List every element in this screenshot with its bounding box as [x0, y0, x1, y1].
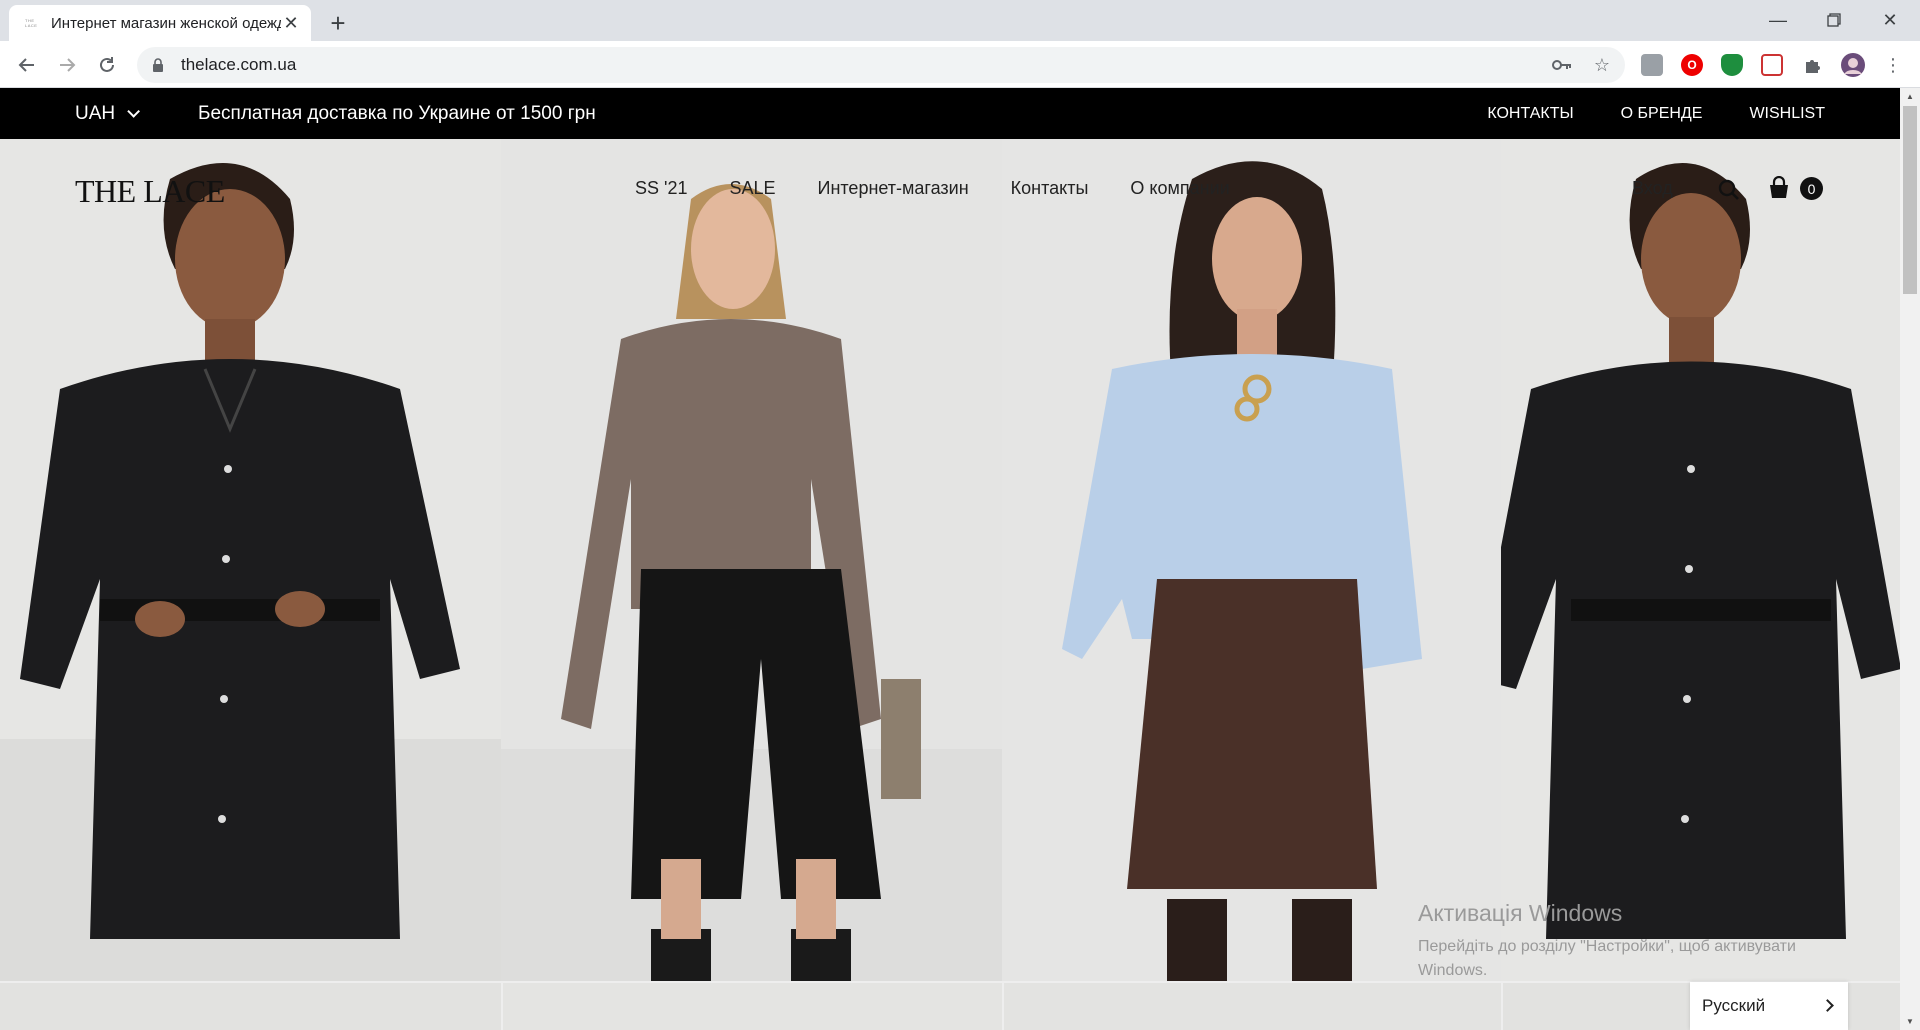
forward-icon[interactable]: [51, 49, 83, 81]
extensions-puzzle-icon[interactable]: [1797, 49, 1829, 81]
search-icon[interactable]: [1718, 179, 1740, 201]
browser-toolbar: thelace.com.ua ☆ O ⋮: [0, 41, 1920, 88]
product-card-preview[interactable]: [1004, 983, 1501, 1030]
restore-icon: [1827, 13, 1841, 27]
lookbook-photo-black-shirt-dress-2[interactable]: [1501, 139, 1900, 981]
chevron-right-icon: [1821, 999, 1834, 1012]
reload-icon[interactable]: [91, 49, 123, 81]
minimize-window-button[interactable]: —: [1750, 0, 1806, 40]
scroll-down-arrow-icon[interactable]: ▼: [1900, 1013, 1920, 1030]
nav-item-about[interactable]: О компании: [1130, 178, 1229, 199]
top-links: КОНТАКТЫ О БРЕНДЕ WISHLIST: [1487, 88, 1825, 139]
hero-gallery: [0, 139, 1900, 1030]
extension-icon[interactable]: [1641, 54, 1663, 76]
profile-avatar[interactable]: [1837, 49, 1869, 81]
bookmark-star-icon[interactable]: ☆: [1586, 49, 1618, 81]
site-logo[interactable]: THE LACE: [75, 173, 225, 210]
wishlist-link[interactable]: WISHLIST: [1749, 105, 1825, 123]
page-scrollbar[interactable]: ▲ ▼: [1900, 88, 1920, 1030]
cart-count-badge: 0: [1800, 177, 1823, 200]
browser-tab[interactable]: THE LACE Интернет магазин женской одежды…: [9, 5, 311, 41]
currency-value: UAH: [75, 102, 116, 124]
nav-item-contacts[interactable]: Контакты: [1011, 178, 1089, 199]
key-icon[interactable]: [1546, 49, 1578, 81]
nav-item-sale[interactable]: SALE: [729, 178, 775, 199]
about-brand-link[interactable]: О БРЕНДЕ: [1621, 105, 1703, 123]
language-value: Русский: [1702, 996, 1766, 1015]
calendar-extension-icon[interactable]: [1761, 54, 1783, 76]
shopping-bag-icon[interactable]: [1768, 176, 1790, 200]
url-text: thelace.com.ua: [181, 55, 297, 74]
contacts-link[interactable]: КОНТАКТЫ: [1487, 105, 1573, 123]
new-tab-button[interactable]: +: [324, 8, 352, 38]
chevron-down-icon: [127, 105, 141, 118]
site-header: THE LACE SS '21 SALE Интернет-магазин Ко…: [0, 139, 1900, 239]
product-card-preview[interactable]: [0, 983, 501, 1030]
lookbook-photo-turtleneck-shorts[interactable]: [501, 139, 1002, 981]
browser-tabstrip: THE LACE Интернет магазин женской одежды…: [0, 0, 1920, 41]
currency-selector[interactable]: UAH: [75, 88, 141, 139]
site-favicon-icon: THE LACE: [25, 18, 38, 28]
scroll-thumb[interactable]: [1903, 106, 1917, 294]
shield-extension-icon[interactable]: [1721, 54, 1743, 76]
scroll-up-arrow-icon[interactable]: ▲: [1900, 88, 1920, 105]
lock-icon[interactable]: [151, 57, 165, 73]
main-nav: SS '21 SALE Интернет-магазин Контакты О …: [635, 178, 1230, 199]
language-selector[interactable]: Русский: [1690, 982, 1848, 1030]
address-bar[interactable]: thelace.com.ua: [137, 47, 1625, 83]
product-card-preview[interactable]: [503, 983, 1002, 1030]
browser-menu-icon[interactable]: ⋮: [1877, 49, 1909, 81]
watermark-subtitle: Перейдіть до розділу "Настройки", щоб ак…: [1418, 938, 1796, 979]
adblock-extension-icon[interactable]: O: [1681, 54, 1703, 76]
windows-activation-watermark: Активація Windows Перейдіть до розділу "…: [1418, 900, 1858, 983]
close-tab-icon[interactable]: ✕: [281, 13, 301, 33]
login-link[interactable]: Вход: [1632, 178, 1673, 199]
close-window-button[interactable]: ✕: [1862, 0, 1918, 40]
nav-item-ss21[interactable]: SS '21: [635, 178, 687, 199]
lookbook-photo-blue-shirt-skirt[interactable]: [1002, 139, 1501, 981]
restore-window-button[interactable]: [1806, 0, 1862, 40]
back-icon[interactable]: [11, 49, 43, 81]
nav-item-shop[interactable]: Интернет-магазин: [818, 178, 969, 199]
watermark-title: Активація Windows: [1418, 900, 1623, 926]
website-viewport: UAH Бесплатная доставка по Украине от 15…: [0, 88, 1900, 1030]
announcement-bar: UAH Бесплатная доставка по Украине от 15…: [0, 88, 1900, 139]
tab-title: Интернет магазин женской одежды: [51, 14, 281, 32]
free-shipping-text: Бесплатная доставка по Украине от 1500 г…: [198, 102, 596, 124]
lookbook-photo-black-shirt-dress[interactable]: [0, 139, 501, 981]
